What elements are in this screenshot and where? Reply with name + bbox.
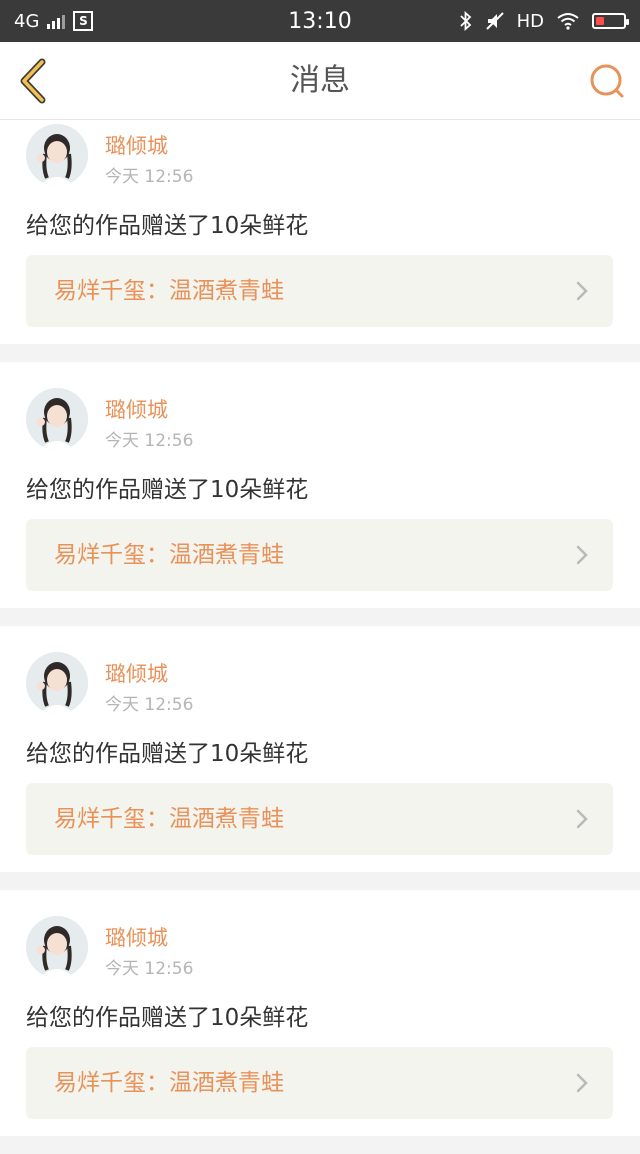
status-right: HD [459, 10, 629, 32]
message-card: 璐倾城 今天 12:56 给您的作品赠送了10朵鲜花 易烊千玺：温酒煮青蛙 [0, 362, 640, 608]
wifi-icon [557, 13, 579, 30]
chevron-right-icon [576, 1073, 588, 1093]
avatar-image [26, 124, 88, 186]
message-time: 今天 12:56 [105, 695, 194, 715]
sender-name[interactable]: 璐倾城 [105, 658, 168, 688]
status-bar: 4G S 13:10 HD [0, 0, 640, 42]
message-text: 给您的作品赠送了10朵鲜花 [26, 477, 309, 503]
avatar-image [26, 652, 88, 714]
avatar[interactable] [26, 124, 88, 186]
chevron-right-icon [576, 545, 588, 565]
work-link[interactable]: 易烊千玺：温酒煮青蛙 [26, 519, 613, 591]
chevron-right-icon [576, 809, 588, 829]
message-text: 给您的作品赠送了10朵鲜花 [26, 1005, 309, 1031]
page-title: 消息 [290, 63, 350, 98]
s-app-icon: S [73, 11, 94, 31]
avatar-image [26, 388, 88, 450]
search-icon[interactable] [588, 62, 626, 100]
message-card: 璐倾城 今天 12:56 给您的作品赠送了10朵鲜花 易烊千玺：温酒煮青蛙 [0, 890, 640, 1136]
message-text: 给您的作品赠送了10朵鲜花 [26, 213, 309, 239]
message-list: 璐倾城 今天 12:56 给您的作品赠送了10朵鲜花 易烊千玺：温酒煮青蛙 璐倾… [0, 120, 640, 1154]
bluetooth-icon [459, 11, 471, 31]
sender-name[interactable]: 璐倾城 [105, 130, 168, 160]
network-label: 4G [14, 10, 40, 32]
sender-name[interactable]: 璐倾城 [105, 922, 168, 952]
message-time: 今天 12:56 [105, 431, 194, 451]
work-title: 易烊千玺：温酒煮青蛙 [54, 278, 284, 304]
work-title: 易烊千玺：温酒煮青蛙 [54, 1070, 284, 1096]
work-link[interactable]: 易烊千玺：温酒煮青蛙 [26, 255, 613, 327]
message-card: 璐倾城 今天 12:56 给您的作品赠送了10朵鲜花 易烊千玺：温酒煮青蛙 [0, 120, 640, 344]
message-card: 璐倾城 今天 12:56 给您的作品赠送了10朵鲜花 易烊千玺：温酒煮青蛙 [0, 626, 640, 872]
avatar[interactable] [26, 388, 88, 450]
work-title: 易烊千玺：温酒煮青蛙 [54, 542, 284, 568]
work-title: 易烊千玺：温酒煮青蛙 [54, 806, 284, 832]
work-link[interactable]: 易烊千玺：温酒煮青蛙 [26, 1047, 613, 1119]
avatar-image [26, 916, 88, 978]
nav-bar: 消息 [0, 42, 640, 120]
message-time: 今天 12:56 [105, 167, 194, 187]
hd-label: HD [516, 10, 544, 32]
battery-icon [592, 13, 629, 29]
message-text: 给您的作品赠送了10朵鲜花 [26, 741, 309, 767]
avatar[interactable] [26, 652, 88, 714]
mute-icon [485, 12, 504, 30]
status-left: 4G S [14, 10, 94, 32]
sender-name[interactable]: 璐倾城 [105, 394, 168, 424]
avatar[interactable] [26, 916, 88, 978]
chevron-right-icon [576, 281, 588, 301]
signal-icon [47, 13, 66, 29]
message-time: 今天 12:56 [105, 959, 194, 979]
work-link[interactable]: 易烊千玺：温酒煮青蛙 [26, 783, 613, 855]
